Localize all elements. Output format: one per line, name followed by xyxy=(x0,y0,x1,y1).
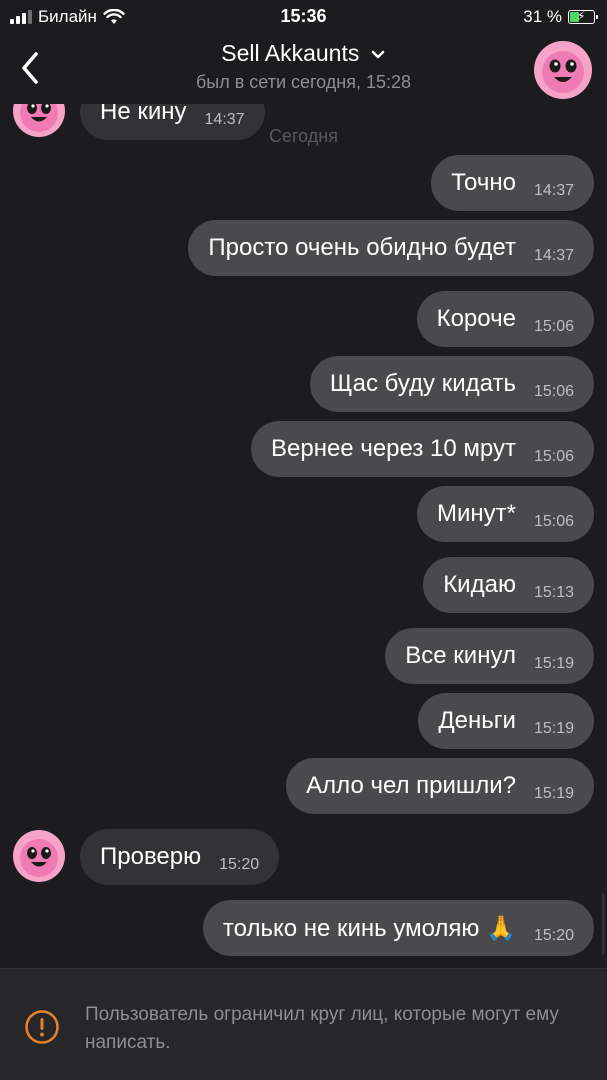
message-bubble-outgoing[interactable]: Кидаю 15:13 xyxy=(423,557,594,613)
restriction-text: Пользователь ограничил круг лиц, которые… xyxy=(85,1004,559,1053)
message-text: Кидаю xyxy=(443,571,516,598)
message-bubble-outgoing[interactable]: только не кинь умоляю 🙏 15:20 xyxy=(202,900,594,956)
message-text: Вернее через 10 мрут xyxy=(271,435,516,462)
message-time: 14:37 xyxy=(533,182,574,199)
contact-avatar[interactable] xyxy=(533,40,593,100)
message-time: 15:20 xyxy=(533,927,574,944)
message-text: Проверю xyxy=(100,843,202,870)
message-text: только не кинь умоляю 🙏 xyxy=(222,914,516,942)
message-text: Алло чел пришли? xyxy=(306,772,516,799)
battery-percent: 31 % xyxy=(523,7,562,26)
sender-avatar xyxy=(13,830,65,882)
message-time: 15:20 xyxy=(219,856,260,873)
message-time: 15:19 xyxy=(533,655,574,672)
message-time: 15:06 xyxy=(533,318,574,335)
message-text: Точно xyxy=(451,169,516,196)
message-time: 15:06 xyxy=(533,448,574,465)
charging-bolt-icon: ⚡ xyxy=(577,9,586,23)
status-right: 31 % ⚡ xyxy=(523,7,598,27)
message-time: 14:37 xyxy=(533,247,574,264)
message-bubble-incoming[interactable]: Проверю 15:20 xyxy=(80,829,280,885)
message-text: Минут* xyxy=(436,500,516,527)
message-time: 15:13 xyxy=(533,584,574,601)
warning-circle-icon xyxy=(25,1010,59,1044)
message-bubble-outgoing[interactable]: Короче 15:06 xyxy=(416,291,594,347)
message-bubble-outgoing[interactable]: Щас буду кидать 15:06 xyxy=(309,356,594,412)
message-bubble-outgoing[interactable]: Все кинул 15:19 xyxy=(385,628,594,684)
chat-header: Sell Akkaunts был в сети сегодня, 15:28 xyxy=(0,34,607,104)
status-bar: Билайн 15:36 31 % ⚡ xyxy=(0,0,607,34)
message-time: 14:37 xyxy=(204,111,245,128)
message-time: 15:19 xyxy=(533,720,574,737)
message-text: Все кинул xyxy=(405,642,516,669)
message-text: Щас буду кидать xyxy=(329,370,516,397)
chevron-down-icon xyxy=(371,50,384,59)
message-bubble-outgoing[interactable]: Алло чел пришли? 15:19 xyxy=(286,758,594,814)
battery-icon: ⚡ xyxy=(568,9,598,24)
message-bubble-outgoing[interactable]: Точно 14:37 xyxy=(431,155,594,211)
status-time: 15:36 xyxy=(280,6,327,26)
restriction-notice: Пользователь ограничил круг лиц, которые… xyxy=(0,968,607,1080)
contact-name-button[interactable]: Sell Akkaunts xyxy=(0,40,607,67)
message-text: Просто очень обидно будет xyxy=(208,234,516,261)
message-bubble-outgoing[interactable]: Деньги 15:19 xyxy=(418,693,594,749)
last-seen-status: был в сети сегодня, 15:28 xyxy=(195,72,412,92)
scroll-indicator[interactable] xyxy=(602,893,605,955)
message-text: Короче xyxy=(436,305,516,332)
message-time: 15:06 xyxy=(533,513,574,530)
message-bubble-outgoing[interactable]: Вернее через 10 мрут 15:06 xyxy=(251,421,594,477)
message-bubble-outgoing[interactable]: Просто очень обидно будет 14:37 xyxy=(188,220,594,276)
message-bubble-outgoing[interactable]: Минут* 15:06 xyxy=(416,486,594,542)
message-time: 15:19 xyxy=(533,785,574,802)
contact-name: Sell Akkaunts xyxy=(221,40,360,66)
message-time: 15:06 xyxy=(533,383,574,400)
message-text: Деньги xyxy=(438,707,516,734)
